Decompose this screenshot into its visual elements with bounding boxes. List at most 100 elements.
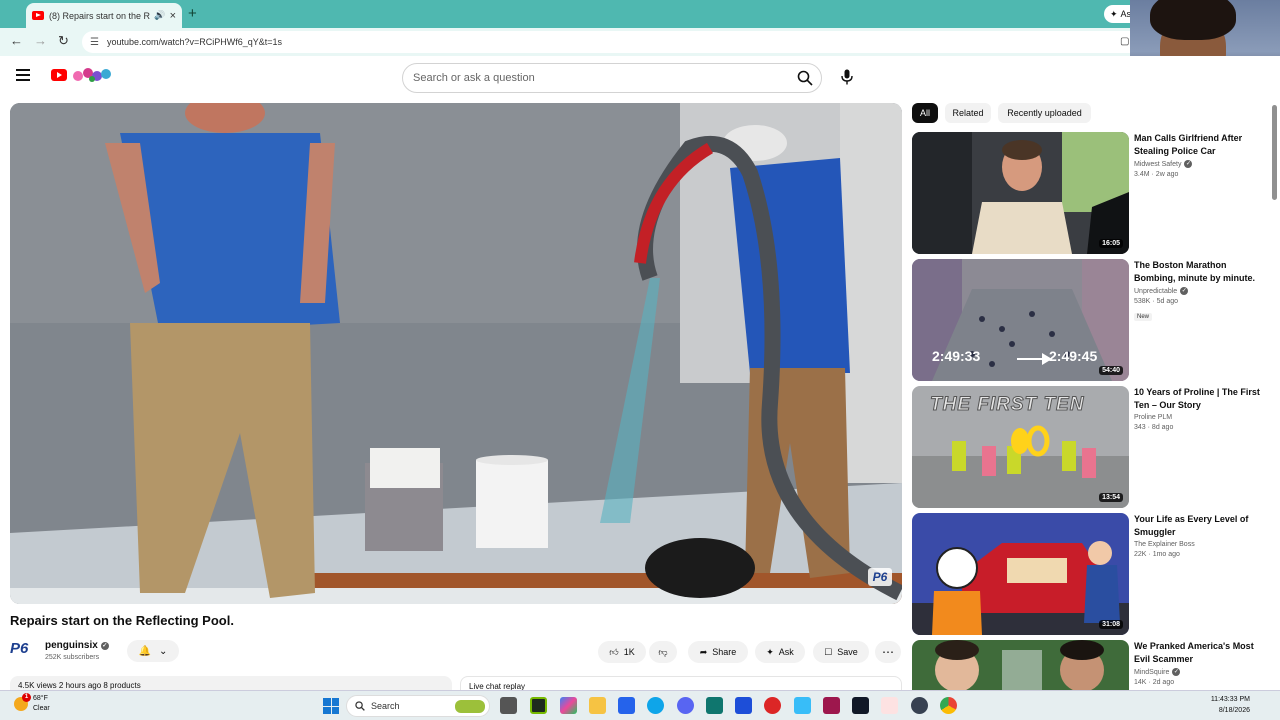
recommended-video[interactable]: We Pranked America's Most Evil Scammer M… [912,640,1272,690]
thumbnail-time-right: 2:49:45 [1049,348,1098,364]
voice-search-button[interactable] [833,63,861,91]
search-placeholder: Search or ask a question [413,72,535,84]
verified-icon: ✓ [1172,668,1181,676]
video-frame [10,103,902,604]
video-player[interactable]: P6 [10,103,902,604]
recommended-video-title[interactable]: We Pranked America's Most Evil Scammer [1134,640,1264,666]
dropbox-icon[interactable] [735,697,752,714]
obs-icon[interactable] [911,697,928,714]
view-count: 14K [1134,679,1147,686]
recommended-video-title[interactable]: The Boston Marathon Bombing, minute by m… [1134,259,1264,285]
weather-condition: Clear [33,705,50,712]
verified-icon: ✓ [1184,160,1193,168]
chrome-icon[interactable] [940,697,957,714]
cast-icon[interactable]: ▢ [1120,36,1129,47]
recommended-channel-name[interactable]: MindSquire [1134,669,1169,676]
search-input[interactable]: Search or ask a question [402,63,822,93]
search-icon[interactable] [797,70,813,86]
channel-avatar[interactable]: P6 [10,640,38,660]
chip-recently-uploaded[interactable]: Recently uploaded [998,103,1091,123]
thumbs-down-icon: 👎︎ [658,646,668,657]
upload-age: 2w ago [1155,171,1179,178]
youtube-doodle-logo[interactable] [72,67,112,83]
view-count: 22K [1134,551,1147,558]
edge-icon[interactable] [647,697,664,714]
search-icon [355,701,365,711]
recommended-video-title[interactable]: Man Calls Girlfriend After Stealing Poli… [1134,132,1264,158]
weather-sun-icon: 1 [14,693,31,711]
taskbar-search[interactable]: Search [346,695,490,717]
menu-icon[interactable] [16,69,30,81]
description-box[interactable]: 4.5K views 2 hours ago 8 products [10,676,452,690]
chip-all[interactable]: All [912,103,938,123]
task-view-icon[interactable] [500,697,517,714]
recommended-channel-name[interactable]: Midwest Safety [1134,161,1181,168]
view-count: 538K [1134,298,1151,305]
discord-icon[interactable] [677,697,694,714]
recommended-channel-name[interactable]: The Explainer Boss [1134,541,1195,548]
video-thumbnail[interactable]: 31:08 [912,513,1129,635]
recommended-video[interactable]: THE FIRST TEN 13:54 10 Years of Proline … [912,386,1272,508]
share-label: Share [712,647,737,657]
video-duration: 31:08 [1099,620,1123,629]
nvidia-icon[interactable] [530,697,547,714]
copilot-icon[interactable] [560,697,577,714]
recommended-video[interactable]: 31:08 Your Life as Every Level of Smuggl… [912,513,1272,635]
opera-icon[interactable] [764,697,781,714]
video-thumbnail[interactable]: 16:05 [912,132,1129,254]
reload-icon[interactable]: ↻ [58,33,69,49]
recommended-video[interactable]: 16:05 Man Calls Girlfriend After Stealin… [912,132,1272,254]
save-button[interactable]: ☐ Save [813,641,869,663]
bookmark-icon: ☐ [824,646,833,657]
clock-date: 8/18/2026 [1218,707,1250,714]
back-arrow-icon[interactable]: ← [10,33,23,48]
chip-related[interactable]: Related [945,103,991,123]
store-icon[interactable] [618,697,635,714]
youtube-logo[interactable] [51,69,67,81]
channel-name[interactable]: penguinsix ✓ [45,640,109,651]
music-icon[interactable] [881,697,898,714]
new-tab-button[interactable]: + [188,5,197,22]
video-thumbnail[interactable] [912,640,1129,690]
file-explorer-icon[interactable] [589,697,606,714]
scrollbar-thumb[interactable] [1272,105,1277,200]
video-thumbnail[interactable]: THE FIRST TEN 13:54 [912,386,1129,508]
forward-arrow-icon[interactable]: → [34,33,47,48]
address-bar[interactable]: ☰ youtube.com/watch?v=RCiPHWf6_qY&t=1s [82,31,1142,53]
speaker-icon[interactable]: 🔊 [154,10,165,21]
app-icon[interactable] [794,697,811,714]
new-badge: New [1134,313,1153,321]
site-info-icon[interactable]: ☰ [90,37,99,48]
more-actions-button[interactable]: ⋯ [875,641,901,663]
microphone-icon [841,69,853,85]
video-duration: 16:05 [1099,239,1123,248]
recommended-channel-name[interactable]: Proline PLM [1134,414,1172,421]
channel-watermark[interactable]: P6 [868,568,892,586]
recommended-channel-name[interactable]: Unpredictable [1134,288,1177,295]
recommended-video-title[interactable]: Your Life as Every Level of Smuggler [1134,513,1264,539]
system-clock[interactable]: 11:43:33 PM 8/18/2026 [1150,694,1250,716]
weather-widget[interactable]: 1 68°F Clear [14,693,50,714]
ask-button[interactable]: ✦ Ask [755,641,805,663]
acrobat-icon[interactable] [823,697,840,714]
upload-age: 1mo ago [1152,551,1180,558]
live-chat-replay[interactable]: Live chat replay [460,676,902,690]
video-thumbnail[interactable]: 2:49:33 2:49:45 54:40 [912,259,1129,381]
tab-title: (8) Repairs start on the Refl [49,10,151,21]
chevron-down-icon: ⌄ [159,645,168,657]
recommended-video-title[interactable]: 10 Years of Proline | The First Ten – Ou… [1134,386,1264,412]
tab-close-button[interactable]: × [170,10,176,22]
dislike-button[interactable]: 👎︎ [649,641,677,663]
like-button[interactable]: 👍︎ 1K [598,641,646,663]
start-windows-icon[interactable] [323,698,339,714]
xbox-icon[interactable] [706,697,723,714]
upload-age: 5d ago [1156,298,1179,305]
subscription-bell-button[interactable]: 🔔 ⌄ [127,640,179,662]
ask-label: Ask [778,647,794,657]
video-duration: 54:40 [1099,366,1123,375]
youtube-favicon-icon [32,11,44,20]
browser-tab[interactable]: (8) Repairs start on the Refl 🔊 × [26,3,182,28]
share-button[interactable]: ➦ Share [688,641,748,663]
recommended-video[interactable]: 2:49:33 2:49:45 54:40 The Boston Maratho… [912,259,1272,381]
steam-icon[interactable] [852,697,869,714]
